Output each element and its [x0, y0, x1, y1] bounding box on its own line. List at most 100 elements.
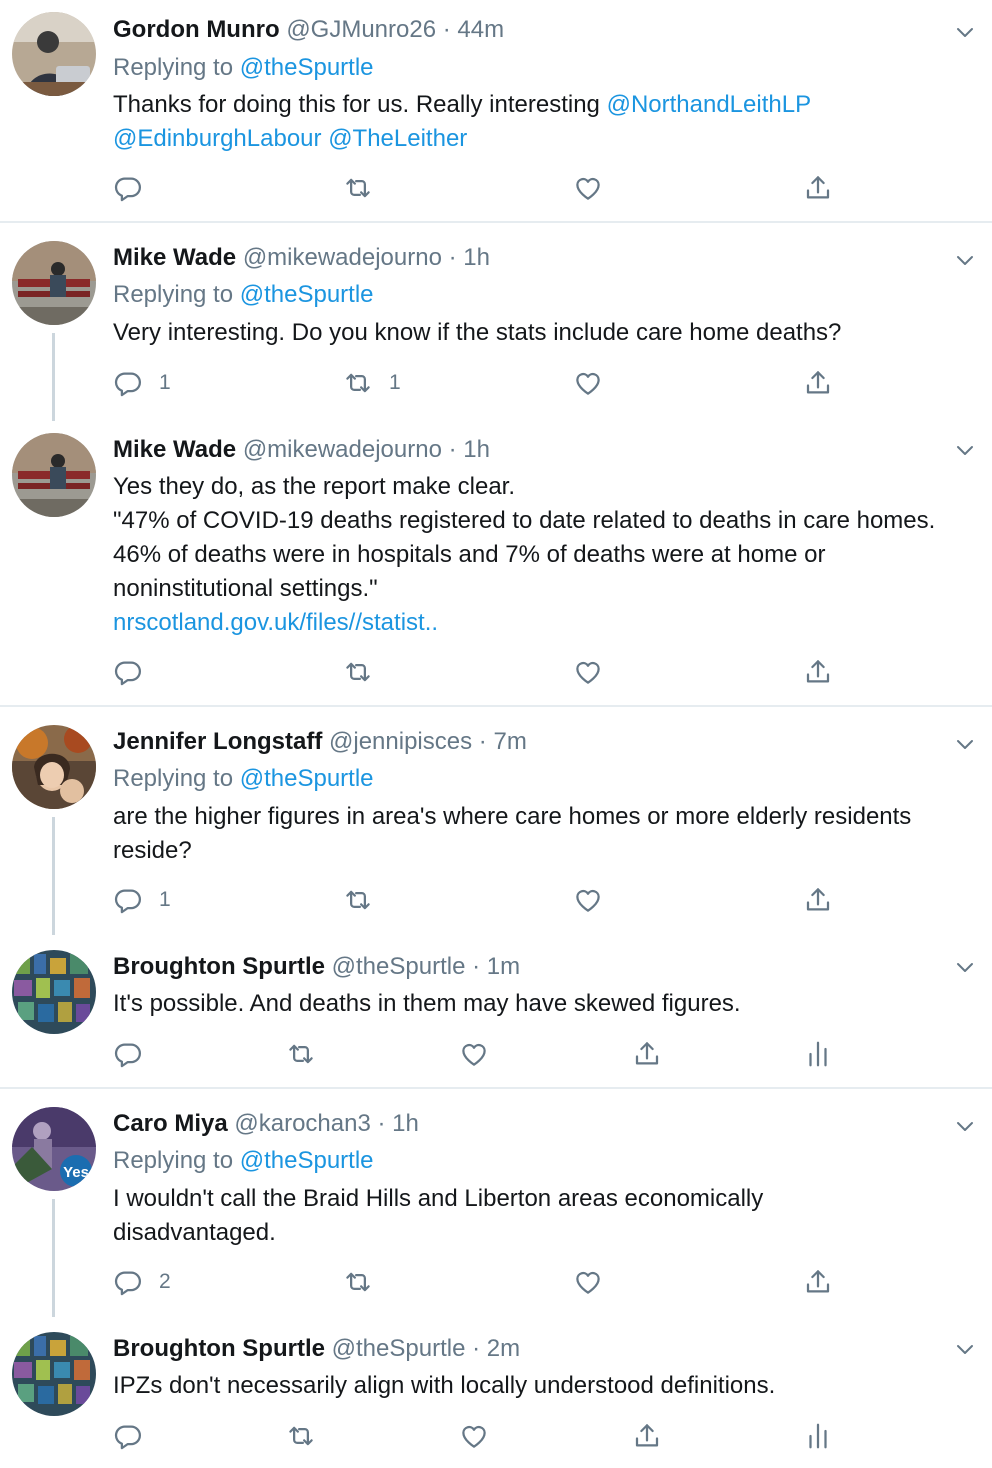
- share-button[interactable]: [632, 1039, 662, 1069]
- analytics-icon: [803, 1039, 833, 1069]
- share-icon: [803, 368, 833, 398]
- author-name[interactable]: Jennifer Longstaff: [113, 728, 322, 755]
- chevron-down-icon[interactable]: [953, 438, 977, 462]
- avatar[interactable]: Yes: [12, 1107, 96, 1191]
- yes-badge: Yes: [63, 1164, 89, 1181]
- analytics-button[interactable]: [803, 1421, 833, 1451]
- mention-link[interactable]: @EdinburghLabour: [113, 125, 322, 152]
- retweet-button[interactable]: [343, 1267, 373, 1297]
- author-handle[interactable]: @GJMunro26: [286, 16, 436, 43]
- share-button[interactable]: [803, 368, 833, 398]
- replying-handle-link[interactable]: @theSpurtle: [240, 765, 374, 792]
- replying-label: Replying to: [113, 765, 234, 792]
- tweet-text: Thanks for doing this for us. Really int…: [113, 88, 983, 156]
- retweet-button[interactable]: [286, 1039, 316, 1069]
- reply-count: 1: [159, 888, 171, 911]
- separator-dot: ·: [448, 436, 457, 463]
- timestamp[interactable]: 7m: [493, 728, 526, 755]
- analytics-button[interactable]: [803, 1039, 833, 1069]
- avatar[interactable]: [12, 12, 96, 96]
- reply-button[interactable]: 1: [113, 885, 171, 915]
- external-link[interactable]: nrscotland.gov.uk/files//statist..: [113, 609, 438, 636]
- reply-button[interactable]: 1: [113, 368, 171, 398]
- timestamp[interactable]: 1h: [463, 244, 490, 271]
- like-button[interactable]: [573, 885, 603, 915]
- replying-to: Replying to @theSpurtle: [113, 280, 374, 310]
- retweet-icon: [343, 657, 373, 687]
- mention-link[interactable]: @TheLeither: [328, 125, 467, 152]
- tweet-broughton-spurtle-1[interactable]: Broughton Spurtle @theSpurtle · 1m It's …: [0, 937, 992, 1087]
- reply-button[interactable]: [113, 1421, 143, 1451]
- timestamp[interactable]: 1m: [487, 953, 520, 980]
- avatar[interactable]: [12, 725, 96, 809]
- retweet-icon: [343, 173, 373, 203]
- like-button[interactable]: [573, 368, 603, 398]
- avatar[interactable]: [12, 433, 96, 517]
- like-button[interactable]: [573, 657, 603, 687]
- reply-button[interactable]: [113, 1039, 143, 1069]
- separator-dot: ·: [377, 1110, 386, 1137]
- author-handle[interactable]: @theSpurtle: [332, 1335, 466, 1362]
- share-icon: [803, 173, 833, 203]
- author-name[interactable]: Mike Wade: [113, 436, 236, 463]
- tweet-mike-wade-1[interactable]: Mike Wade @mikewadejourno · 1h Replying …: [0, 223, 992, 421]
- avatar[interactable]: [12, 241, 96, 325]
- timestamp[interactable]: 2m: [487, 1335, 520, 1362]
- tweet-gordon-munro[interactable]: Gordon Munro @GJMunro26 · 44m Replying t…: [0, 0, 992, 222]
- chevron-down-icon[interactable]: [953, 732, 977, 756]
- author-name[interactable]: Broughton Spurtle: [113, 953, 325, 980]
- author-name[interactable]: Gordon Munro: [113, 16, 280, 43]
- timestamp[interactable]: 1h: [392, 1110, 419, 1137]
- tweet-text: I wouldn't call the Braid Hills and Libe…: [113, 1185, 764, 1246]
- replying-handle-link[interactable]: @theSpurtle: [240, 281, 374, 308]
- tweet-jennifer-longstaff[interactable]: Jennifer Longstaff @jennipisces · 7m Rep…: [0, 707, 992, 935]
- timestamp[interactable]: 44m: [457, 16, 504, 43]
- author-handle[interactable]: @mikewadejourno: [243, 436, 442, 463]
- timestamp[interactable]: 1h: [463, 436, 490, 463]
- reply-button[interactable]: [113, 657, 143, 687]
- reply-icon: [113, 1039, 143, 1069]
- retweet-button[interactable]: [343, 885, 373, 915]
- reply-button[interactable]: 2: [113, 1267, 171, 1297]
- share-button[interactable]: [803, 885, 833, 915]
- author-handle[interactable]: @theSpurtle: [332, 953, 466, 980]
- separator-dot: ·: [472, 1335, 481, 1362]
- like-button[interactable]: [459, 1421, 489, 1451]
- author-name[interactable]: Broughton Spurtle: [113, 1335, 325, 1362]
- author-name[interactable]: Mike Wade: [113, 244, 236, 271]
- chevron-down-icon[interactable]: [953, 1114, 977, 1138]
- author-handle[interactable]: @mikewadejourno: [243, 244, 442, 271]
- chevron-down-icon[interactable]: [953, 1337, 977, 1361]
- share-icon: [803, 1267, 833, 1297]
- author-handle[interactable]: @karochan3: [234, 1110, 370, 1137]
- author-name[interactable]: Caro Miya: [113, 1110, 228, 1137]
- mention-link[interactable]: @NorthandLeithLP: [607, 91, 812, 118]
- author-handle[interactable]: @jennipisces: [329, 728, 472, 755]
- heart-icon: [459, 1039, 489, 1069]
- share-button[interactable]: [803, 173, 833, 203]
- like-button[interactable]: [459, 1039, 489, 1069]
- like-button[interactable]: [573, 173, 603, 203]
- avatar[interactable]: [12, 950, 96, 1034]
- retweet-icon: [286, 1039, 316, 1069]
- like-button[interactable]: [573, 1267, 603, 1297]
- avatar[interactable]: [12, 1332, 96, 1416]
- replying-handle-link[interactable]: @theSpurtle: [240, 1147, 374, 1174]
- tweet-broughton-spurtle-2[interactable]: Broughton Spurtle @theSpurtle · 2m IPZs …: [0, 1319, 992, 1468]
- retweet-button[interactable]: 1: [343, 368, 401, 398]
- retweet-icon: [343, 368, 373, 398]
- tweet-caro-miya[interactable]: Yes Caro Miya @karochan3 · 1h Replying t…: [0, 1089, 992, 1317]
- share-button[interactable]: [632, 1421, 662, 1451]
- share-button[interactable]: [803, 657, 833, 687]
- tweet-text: Very interesting. Do you know if the sta…: [113, 319, 842, 346]
- replying-handle-link[interactable]: @theSpurtle: [240, 54, 374, 81]
- reply-button[interactable]: [113, 173, 143, 203]
- tweet-mike-wade-2[interactable]: Mike Wade @mikewadejourno · 1h Yes they …: [0, 420, 992, 705]
- chevron-down-icon[interactable]: [953, 955, 977, 979]
- retweet-button[interactable]: [343, 173, 373, 203]
- retweet-button[interactable]: [343, 657, 373, 687]
- retweet-button[interactable]: [286, 1421, 316, 1451]
- chevron-down-icon[interactable]: [953, 248, 977, 272]
- chevron-down-icon[interactable]: [953, 20, 977, 44]
- share-button[interactable]: [803, 1267, 833, 1297]
